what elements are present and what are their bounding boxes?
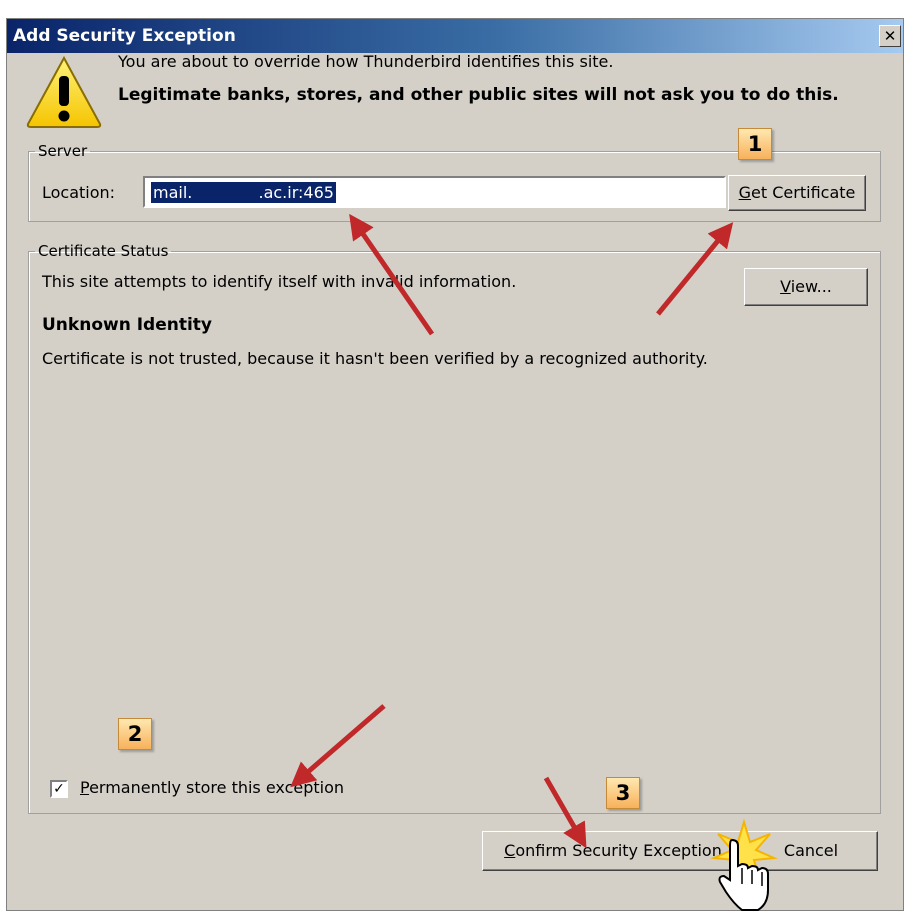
view-button[interactable]: View... (744, 268, 868, 306)
window-title: Add Security Exception (13, 26, 236, 46)
close-button[interactable]: ✕ (879, 25, 901, 47)
location-input[interactable]: mail. .ac.ir:465 (143, 176, 726, 208)
title-bar: Add Security Exception ✕ (7, 19, 903, 53)
confirm-access-key: C (504, 841, 516, 860)
cancel-label: Cancel (783, 841, 839, 860)
server-legend: Server (38, 142, 88, 160)
certificate-status-legend: Certificate Status (38, 242, 169, 260)
get-certificate-button[interactable]: Get Certificate (728, 175, 866, 211)
close-icon: ✕ (883, 27, 897, 45)
warning-icon (26, 55, 102, 128)
get-certificate-access-key: G (738, 183, 752, 202)
get-certificate-label: et Certificate (751, 183, 856, 202)
step-2-badge: 2 (118, 718, 152, 750)
confirm-security-exception-button[interactable]: Confirm Security Exception (482, 831, 744, 871)
permanently-store-text: ermanently store this exception (89, 778, 345, 797)
permanently-store-label[interactable]: Permanently store this exception (80, 778, 344, 797)
checkmark-icon: ✓ (53, 781, 65, 797)
view-label: iew... (790, 277, 832, 296)
cancel-button[interactable]: Cancel (744, 831, 878, 871)
permanently-store-checkbox[interactable]: ✓ (50, 780, 68, 798)
permanently-store-access-key: P (80, 778, 90, 797)
identity-detail-text: Certificate is not trusted, because it h… (42, 349, 708, 368)
certificate-status-text: This site attempts to identify itself wi… (42, 272, 517, 291)
location-value: mail. .ac.ir:465 (151, 182, 336, 203)
override-warning-text: You are about to override how Thunderbir… (118, 52, 614, 71)
legitimate-sites-warning: Legitimate banks, stores, and other publ… (118, 85, 839, 105)
location-label: Location: (42, 183, 116, 202)
view-access-key: V (780, 277, 791, 296)
step-1-badge: 1 (738, 128, 772, 160)
unknown-identity-heading: Unknown Identity (42, 315, 213, 335)
step-3-badge: 3 (606, 777, 640, 809)
confirm-label: onfirm Security Exception (515, 841, 722, 860)
